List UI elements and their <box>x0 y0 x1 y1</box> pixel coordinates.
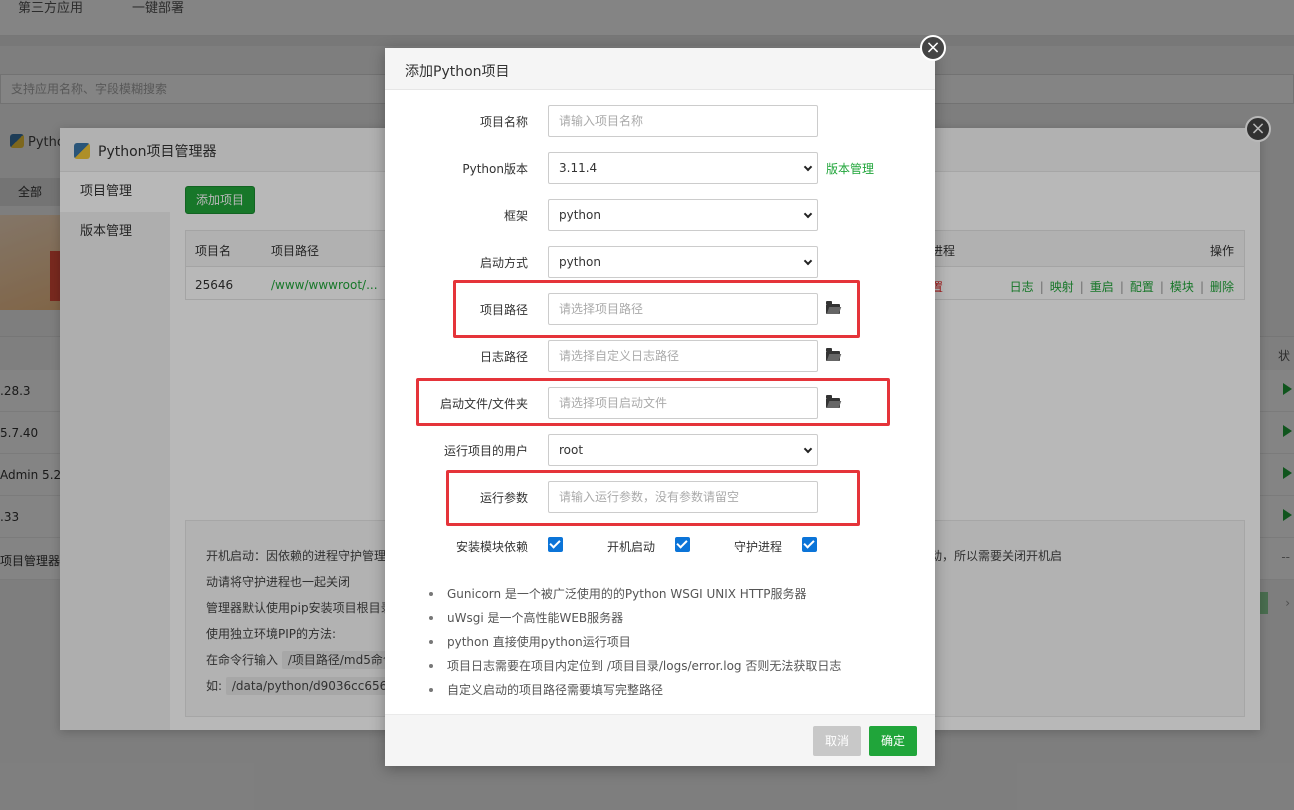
guard-process-checkbox[interactable] <box>802 537 817 552</box>
install-deps-label: 安装模块依赖 <box>456 540 529 554</box>
confirm-button[interactable]: 确定 <box>869 726 917 756</box>
start-mode-select[interactable]: python <box>548 246 818 278</box>
form-row-name: 项目名称 请输入项目名称 <box>385 105 935 137</box>
chevron-down-icon <box>803 162 813 172</box>
python-version-select[interactable]: 3.11.4 <box>548 152 818 184</box>
run-user-select[interactable]: root <box>548 434 818 466</box>
form-row-version: Python版本 3.11.4 版本管理 <box>385 152 935 184</box>
dialog-footer: 取消 确定 <box>385 714 935 766</box>
form-row-user: 运行项目的用户 root <box>385 434 935 466</box>
start-mode-label: 启动方式 <box>479 256 528 270</box>
install-deps-checkbox[interactable] <box>548 537 563 552</box>
list-item: uWsgi 是一个高性能WEB服务器 <box>429 606 909 630</box>
form-row-log: 日志路径 请选择自定义日志路径 <box>385 340 935 372</box>
dialog-header: 添加Python项目 <box>385 48 935 90</box>
run-user-label: 运行项目的用户 <box>443 444 528 458</box>
cancel-button[interactable]: 取消 <box>813 726 861 756</box>
highlight-start-file <box>416 378 890 426</box>
add-python-project-dialog: 添加Python项目 项目名称 请输入项目名称 Python版本 3.11.4 … <box>385 48 935 766</box>
dialog-title: 添加Python项目 <box>405 64 510 80</box>
list-item: 项目日志需要在项目内定位到 /项目目录/logs/error.log 否则无法获… <box>429 654 909 678</box>
chevron-down-icon <box>803 256 813 266</box>
version-manage-link[interactable]: 版本管理 <box>826 160 874 177</box>
boot-start-label: 开机启动 <box>607 540 656 554</box>
highlight-project-path <box>453 280 860 338</box>
boot-start-checkbox[interactable] <box>675 537 690 552</box>
framework-select[interactable]: python <box>548 199 818 231</box>
list-item: 自定义启动的项目路径需要填写完整路径 <box>429 678 909 702</box>
guard-process-label: 守护进程 <box>734 540 783 554</box>
project-name-label: 项目名称 <box>479 115 528 129</box>
python-version-label: Python版本 <box>462 162 528 176</box>
options-row: 安装模块依赖 开机启动 守护进程 <box>385 536 935 556</box>
form-row-framework: 框架 python <box>385 199 935 231</box>
form-row-start: 启动方式 python <box>385 246 935 278</box>
log-path-input[interactable]: 请选择自定义日志路径 <box>548 340 818 372</box>
highlight-run-args <box>446 470 860 526</box>
dialog-close-icon[interactable]: × <box>920 35 946 61</box>
folder-open-icon[interactable] <box>826 348 840 361</box>
framework-label: 框架 <box>503 209 528 223</box>
chevron-down-icon <box>803 444 813 454</box>
chevron-down-icon <box>803 209 813 219</box>
list-item: python 直接使用python运行项目 <box>429 630 909 654</box>
tips-list: Gunicorn 是一个被广泛使用的的Python WSGI UNIX HTTP… <box>429 582 909 702</box>
log-path-label: 日志路径 <box>479 350 528 364</box>
project-name-input[interactable]: 请输入项目名称 <box>548 105 818 137</box>
list-item: Gunicorn 是一个被广泛使用的的Python WSGI UNIX HTTP… <box>429 582 909 606</box>
